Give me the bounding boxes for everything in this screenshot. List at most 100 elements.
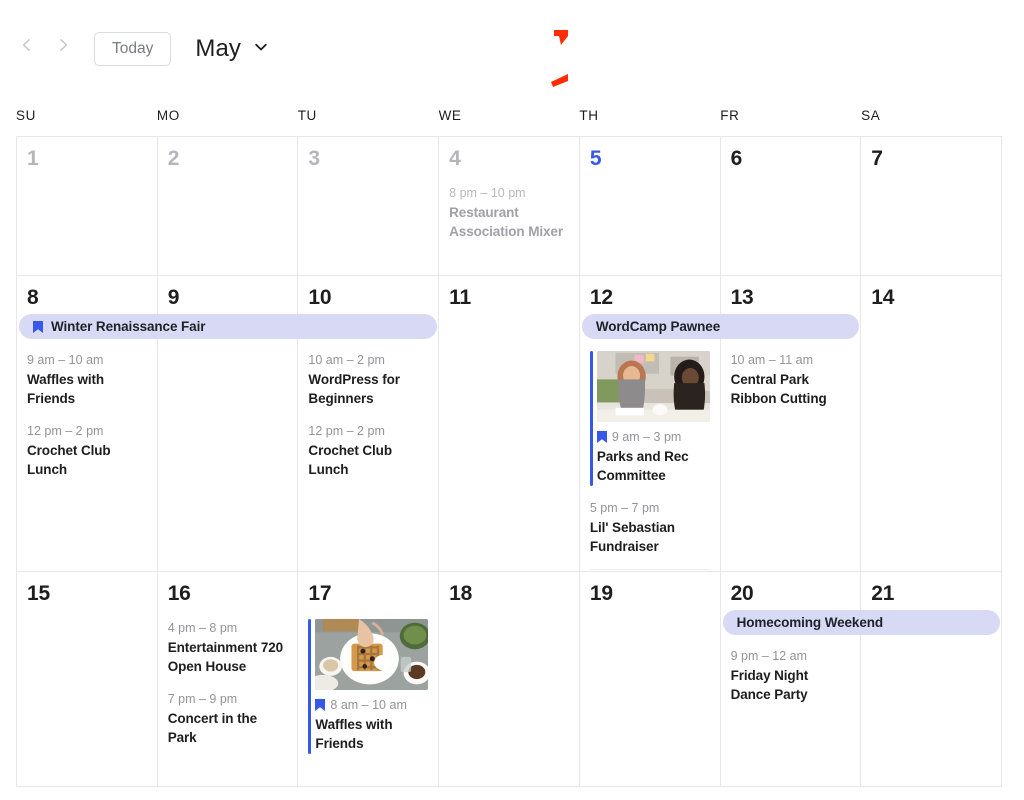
chevron-right-icon <box>55 37 71 53</box>
event-time: 9 pm – 12 am <box>731 647 851 665</box>
event-list: 9 am – 3 pm Parks and Rec Committee 5 pm –… <box>589 351 710 571</box>
day-cell[interactable]: 18 <box>439 572 580 787</box>
event-title: WordPress for Beginners <box>308 372 400 407</box>
calendar-month-grid: 1 23 4 8 pm – 10 pm Restaurant Association M… <box>16 136 1002 787</box>
day-number: 20 <box>730 582 754 605</box>
day-cell[interactable]: 20 9 pm – 12 am Friday Night Dance Party <box>720 572 862 787</box>
calendar-week-row: 15 16 4 pm – 8 pm Entertainment 720 Open Ho… <box>17 572 1002 787</box>
event-time-text: 9 am – 10 am <box>27 353 104 368</box>
event-item[interactable]: 9 pm – 12 am Friday Night Dance Party <box>731 647 851 704</box>
event-time: 7 pm – 9 pm <box>168 690 288 708</box>
month-selector[interactable]: May <box>195 32 270 66</box>
day-number: 3 <box>308 147 320 170</box>
next-month-button[interactable] <box>50 32 76 58</box>
weekday-header-row: SU MO TU WE TH FR SA <box>16 108 1002 136</box>
event-thumbnail-image <box>596 351 710 423</box>
calendar-week-row: 8 9 am – 10 am Waffles with Friends 12 pm –… <box>17 276 1002 572</box>
event-item[interactable]: 9 am – 3 pm Parks and Rec Committee <box>589 351 710 486</box>
day-cell[interactable]: 16 4 pm – 8 pm Entertainment 720 Open Hous… <box>157 572 299 787</box>
banner-label: Winter Renaissance Fair <box>51 319 206 334</box>
event-item[interactable]: 12 pm – 2 pm Crochet Club Lunch <box>308 422 428 479</box>
today-button[interactable]: Today <box>94 32 172 66</box>
weekday-mo: MO <box>156 108 180 123</box>
event-time-text: 7 pm – 9 pm <box>167 691 238 706</box>
event-time-text: 9 am – 3 pm <box>611 430 682 445</box>
event-time-text: 4 pm – 8 pm <box>167 621 238 636</box>
day-number: 21 <box>871 582 895 605</box>
day-cell[interactable]: 17 8 am – 10 am Waffles with Friends <box>298 572 440 787</box>
event-time: 12 pm – 2 pm <box>308 422 428 440</box>
day-cell[interactable]: 2 <box>157 137 299 276</box>
event-item[interactable]: 7 pm – 9 pm Concert in the Park <box>168 690 288 747</box>
event-time-text: 8 pm – 10 pm <box>449 186 526 201</box>
event-item[interactable]: 8 pm – 10 pm Restaurant Association Mixer <box>449 184 569 241</box>
day-cell[interactable]: 1 <box>17 137 158 276</box>
day-number: 13 <box>730 286 754 309</box>
day-cell[interactable]: 7 <box>861 137 1002 276</box>
event-accent-bar <box>308 619 312 754</box>
day-cell[interactable]: 11 <box>439 276 580 572</box>
day-number: 8 <box>27 286 39 309</box>
event-list: 9 am – 10 am Waffles with Friends 12 pm – … <box>27 351 147 479</box>
event-accent-bar <box>589 351 593 486</box>
event-time-text: 5 pm – 7 pm <box>589 500 660 515</box>
event-title: Waffles with Friends <box>27 372 105 407</box>
event-time-text: 12 pm – 2 pm <box>308 423 385 438</box>
chevron-down-icon <box>252 38 270 61</box>
event-item[interactable]: 10 am – 2 pm WordPress for Beginners <box>308 351 428 408</box>
day-number: 7 <box>871 147 883 170</box>
event-time: 10 am – 11 am <box>731 351 851 369</box>
day-cell[interactable]: 15 <box>17 572 158 787</box>
multi-day-event-banner[interactable]: WordCamp Pawnee <box>581 314 860 339</box>
event-time: 12 pm – 2 pm <box>27 422 147 440</box>
calendar-toolbar: Today May <box>0 0 1024 108</box>
event-time-text: 10 am – 2 pm <box>308 353 385 368</box>
day-cell[interactable]: 19 <box>579 572 721 787</box>
loading-spinner-icon <box>548 28 588 90</box>
event-item[interactable]: 9 am – 10 am Waffles with Friends <box>27 351 147 408</box>
weekday-fr: FR <box>720 108 740 123</box>
day-number: 10 <box>308 286 332 309</box>
event-title: Crochet Club Lunch <box>308 442 392 477</box>
day-cell[interactable]: 14 <box>861 276 1002 572</box>
event-item[interactable]: 10 am – 11 am Central Park Ribbon Cutting <box>731 351 851 408</box>
event-time: 9 am – 3 pm <box>596 428 710 446</box>
day-cell[interactable]: 4 8 pm – 10 pm Restaurant Association Mixe… <box>439 137 580 276</box>
bookmark-icon <box>33 320 43 333</box>
day-cell[interactable]: 6 <box>720 137 862 276</box>
event-time: 9 am – 10 am <box>27 351 147 369</box>
day-number: 4 <box>449 147 461 170</box>
event-time-text: 12 pm – 2 pm <box>27 423 104 438</box>
event-title: Parks and Rec Committee <box>596 449 689 484</box>
event-item[interactable]: 12 pm – 2 pm Crochet Club Lunch <box>27 422 147 479</box>
event-item[interactable]: 5 pm – 7 pm Lil' Sebastian Fundraiser <box>590 499 710 556</box>
weekday-we: WE <box>438 108 462 123</box>
event-title: Waffles with Friends <box>315 717 393 752</box>
day-number: 6 <box>730 147 743 170</box>
event-item[interactable]: 8 am – 10 am Waffles with Friends <box>308 619 429 754</box>
month-navigation <box>14 32 76 58</box>
day-cell[interactable]: 21 <box>861 572 1002 787</box>
day-number: 1 <box>27 147 39 170</box>
event-time-text: 8 am – 10 am <box>330 698 407 713</box>
event-time: 5 pm – 7 pm <box>590 499 710 517</box>
day-cell[interactable]: 3 <box>298 137 440 276</box>
event-item[interactable]: 4 pm – 8 pm Entertainment 720 Open House <box>168 619 288 676</box>
event-title: Restaurant Association Mixer <box>449 205 563 240</box>
day-cell[interactable]: 5 <box>579 137 721 276</box>
event-thumbnail-image <box>315 619 429 691</box>
banner-label: Homecoming Weekend <box>736 615 884 630</box>
weekday-su: SU <box>16 108 36 123</box>
banner-label: WordCamp Pawnee <box>595 319 721 334</box>
previous-month-button[interactable] <box>14 32 40 58</box>
day-number-today: 5 <box>589 147 602 170</box>
event-list: 8 pm – 10 pm Restaurant Association Mixer <box>449 184 569 241</box>
multi-day-event-banner[interactable]: Homecoming Weekend <box>722 610 1000 635</box>
event-time: 10 am – 2 pm <box>308 351 428 369</box>
multi-day-event-banner[interactable]: Winter Renaissance Fair <box>19 314 438 339</box>
weekday-th: TH <box>579 108 599 123</box>
weekday-tu: TU <box>297 108 317 123</box>
bookmark-icon <box>315 699 326 712</box>
event-time: 4 pm – 8 pm <box>168 619 288 637</box>
day-number: 14 <box>871 286 895 309</box>
